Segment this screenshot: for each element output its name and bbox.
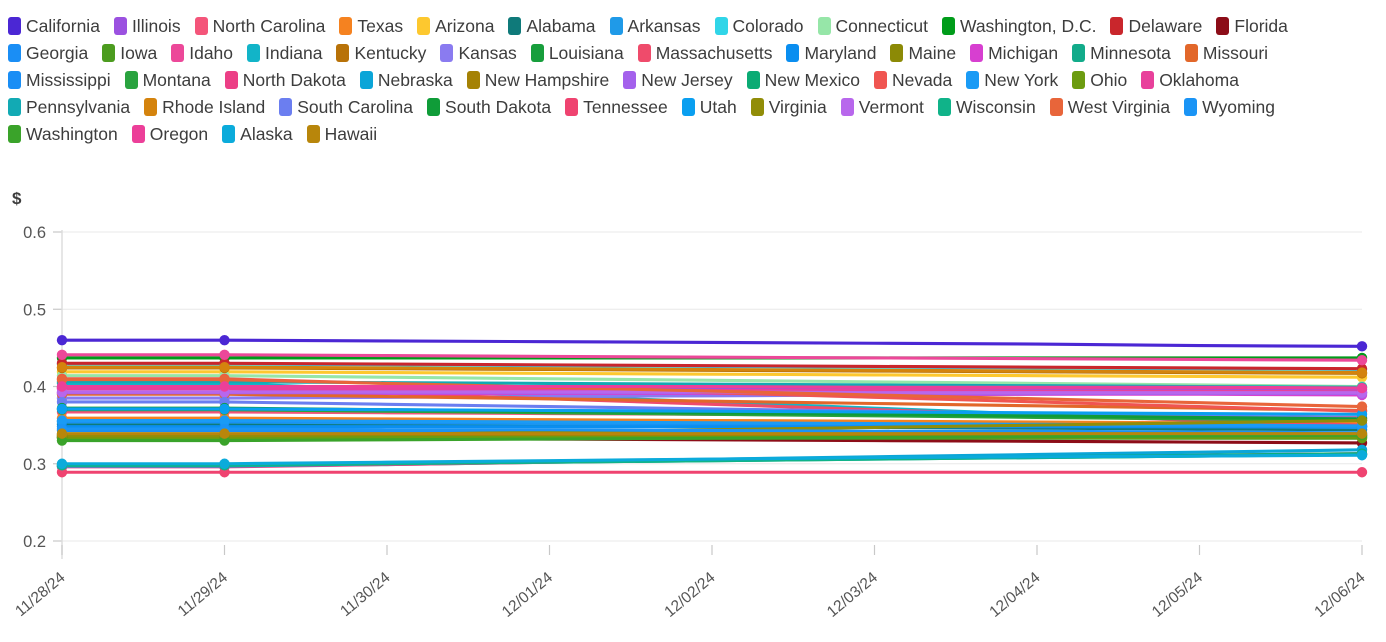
y-tick-label: 0.5 <box>23 301 46 319</box>
data-point-marker[interactable] <box>1356 415 1368 426</box>
data-point-marker[interactable] <box>219 381 230 392</box>
x-tick-label: 11/29/24 <box>175 569 232 620</box>
data-point-marker[interactable] <box>1356 401 1368 412</box>
series-line[interactable] <box>60 453 1364 466</box>
series-line[interactable] <box>60 384 1364 390</box>
y-tick-label: 0.3 <box>23 456 46 474</box>
data-point-marker[interactable] <box>56 349 68 361</box>
data-point-marker[interactable] <box>1356 467 1368 478</box>
data-point-marker[interactable] <box>219 349 230 361</box>
data-point-marker[interactable] <box>219 458 230 469</box>
data-point-marker[interactable] <box>56 381 68 392</box>
data-point-marker[interactable] <box>219 403 230 415</box>
x-axis-group: 11/28/24 11/29/24 11/30/24 12/01/24 12/02/24… <box>12 545 1369 621</box>
data-point-marker[interactable] <box>219 361 230 373</box>
x-tick-label: 12/02/24 <box>661 569 718 621</box>
data-point-marker[interactable] <box>219 334 230 346</box>
data-point-marker[interactable] <box>1356 382 1368 394</box>
y-tick-label: 0.4 <box>23 379 46 397</box>
plot-area: 0.2 0.3 0.4 0.5 0.6 11/28/24 11/29/24 11/30/24 1… <box>0 0 1386 642</box>
y-tick-label: 0.2 <box>23 533 46 551</box>
line-chart: California Illinois North Carolina Texas Ari… <box>0 0 1386 642</box>
x-tick-label: 11/28/24 <box>12 569 69 620</box>
data-point-marker[interactable] <box>56 361 68 373</box>
x-tick-label: 12/06/24 <box>1311 569 1368 621</box>
data-point-marker[interactable] <box>1356 367 1368 378</box>
x-tick-label: 12/01/24 <box>499 569 556 621</box>
data-point-marker[interactable] <box>219 428 230 439</box>
data-point-marker[interactable] <box>56 458 68 469</box>
data-point-marker[interactable] <box>1356 355 1368 366</box>
data-point-marker[interactable] <box>1356 450 1368 461</box>
x-tick-label: 12/03/24 <box>824 569 881 621</box>
series-line[interactable] <box>60 338 1364 348</box>
data-point-marker[interactable] <box>56 334 68 346</box>
data-point-marker[interactable] <box>1356 428 1368 439</box>
x-tick-label: 12/05/24 <box>1149 569 1206 621</box>
chart-svg: 0.20.30.40.50.611/28/24 11/29/24 11/30/24 1… <box>12 224 1369 621</box>
data-point-marker[interactable] <box>56 403 68 415</box>
data-point-marker[interactable] <box>56 428 68 439</box>
y-tick-label: 0.6 <box>23 224 46 242</box>
x-tick-label: 11/30/24 <box>337 569 394 620</box>
series-group <box>56 334 1368 478</box>
x-tick-label: 12/04/24 <box>986 569 1043 621</box>
data-point-marker[interactable] <box>1356 341 1368 352</box>
